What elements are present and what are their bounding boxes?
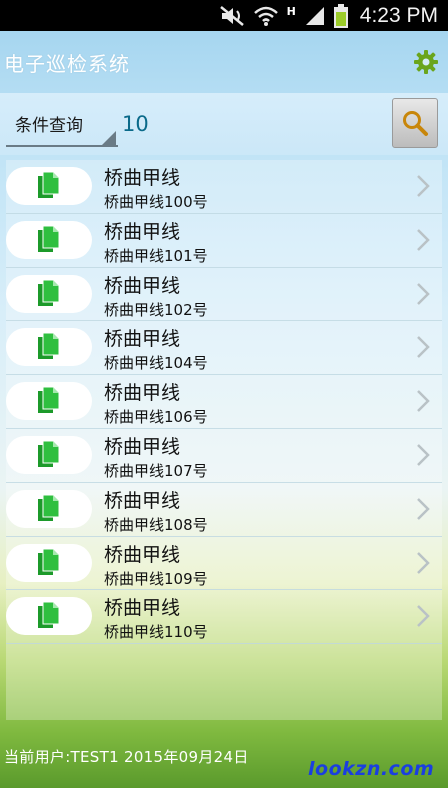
list-item[interactable]: 桥曲甲线桥曲甲线106号 [6, 375, 442, 429]
item-title: 桥曲甲线 [104, 220, 181, 243]
wifi-icon [253, 5, 279, 27]
mute-icon [219, 5, 245, 27]
item-subtitle: 桥曲甲线101号 [104, 246, 208, 265]
document-icon-badge [6, 167, 92, 205]
list-item[interactable]: 桥曲甲线桥曲甲线107号 [6, 429, 442, 483]
result-list: 桥曲甲线 桥曲甲线100号 桥曲甲线 桥曲甲线101号 桥曲甲线 桥曲甲线102号 桥曲甲线… [6, 160, 442, 720]
document-icon [38, 279, 60, 306]
chevron-right-icon [416, 389, 430, 417]
document-icon [38, 225, 60, 252]
search-button[interactable] [392, 98, 438, 148]
item-title: 桥曲甲线 [104, 543, 181, 566]
item-subtitle: 桥曲甲线102号 [104, 300, 208, 319]
item-subtitle: 桥曲甲线104号 [104, 354, 208, 373]
item-title: 桥曲甲线 [104, 274, 181, 297]
gear-icon [414, 50, 438, 74]
list-item[interactable]: 桥曲甲线桥曲甲线100号 [6, 160, 442, 214]
document-icon-badge [6, 220, 92, 259]
document-icon [38, 602, 60, 629]
document-icon [38, 440, 60, 467]
title-bar: 电子巡检系统 [0, 31, 448, 93]
chevron-right-icon [416, 282, 430, 310]
document-icon-badge [6, 597, 92, 636]
chevron-right-icon [416, 604, 430, 632]
document-icon-badge [6, 274, 92, 313]
document-icon [38, 333, 60, 360]
network-type-label: H [286, 5, 296, 18]
search-icon [403, 111, 428, 136]
item-subtitle: 桥曲甲线100号 [104, 193, 208, 211]
item-title: 桥曲甲线 [104, 328, 181, 351]
list-item[interactable]: 桥曲甲线桥曲甲线109号 [6, 537, 442, 591]
status-bar: H 4:23 PM [0, 0, 448, 31]
battery-icon [333, 3, 348, 28]
item-subtitle: 桥曲甲线108号 [104, 515, 208, 534]
document-icon [38, 548, 60, 575]
chevron-right-icon [416, 174, 430, 202]
item-subtitle: 桥曲甲线110号 [104, 623, 208, 642]
signal-icon [304, 5, 326, 27]
app-title: 电子巡检系统 [4, 51, 130, 76]
document-icon-badge [6, 382, 92, 421]
list-item[interactable]: 桥曲甲线桥曲甲线110号 [6, 590, 442, 645]
item-title: 桥曲甲线 [104, 435, 181, 458]
list-item[interactable]: 桥曲甲线桥曲甲线101号 [6, 214, 442, 268]
document-icon-badge [6, 328, 92, 367]
list-item[interactable]: 桥曲甲线桥曲甲线104号 [6, 321, 442, 376]
document-icon [38, 494, 60, 521]
dropdown-corner-icon [102, 131, 116, 145]
item-title: 桥曲甲线 [104, 167, 181, 189]
document-icon-badge [6, 489, 92, 528]
chevron-right-icon [416, 335, 430, 363]
search-bar: 条件查询 [0, 93, 448, 155]
item-title: 桥曲甲线 [104, 489, 181, 512]
watermark: lookzn.com [308, 758, 435, 780]
condition-select[interactable]: 条件查询 [6, 101, 118, 147]
document-icon-badge [6, 543, 92, 582]
item-title: 桥曲甲线 [104, 597, 181, 620]
status-time: 4:23 PM [359, 3, 438, 27]
list-item[interactable]: 桥曲甲线桥曲甲线102号 [6, 268, 442, 322]
document-icon-badge [6, 435, 92, 474]
document-icon [38, 172, 60, 198]
chevron-right-icon [416, 551, 430, 579]
item-subtitle: 桥曲甲线107号 [104, 461, 208, 480]
condition-select-label: 条件查询 [15, 115, 83, 136]
document-icon [38, 387, 60, 414]
chevron-right-icon [416, 228, 430, 256]
list-item[interactable]: 桥曲甲线桥曲甲线108号 [6, 483, 442, 537]
chevron-right-icon [416, 497, 430, 525]
item-subtitle: 桥曲甲线106号 [104, 408, 208, 427]
item-title: 桥曲甲线 [104, 382, 181, 405]
item-subtitle: 桥曲甲线109号 [104, 569, 208, 588]
settings-button[interactable] [410, 46, 442, 78]
chevron-right-icon [416, 443, 430, 471]
search-input[interactable] [118, 99, 380, 149]
footer-status: 当前用户:TEST1 2015年09月24日 [4, 748, 249, 766]
